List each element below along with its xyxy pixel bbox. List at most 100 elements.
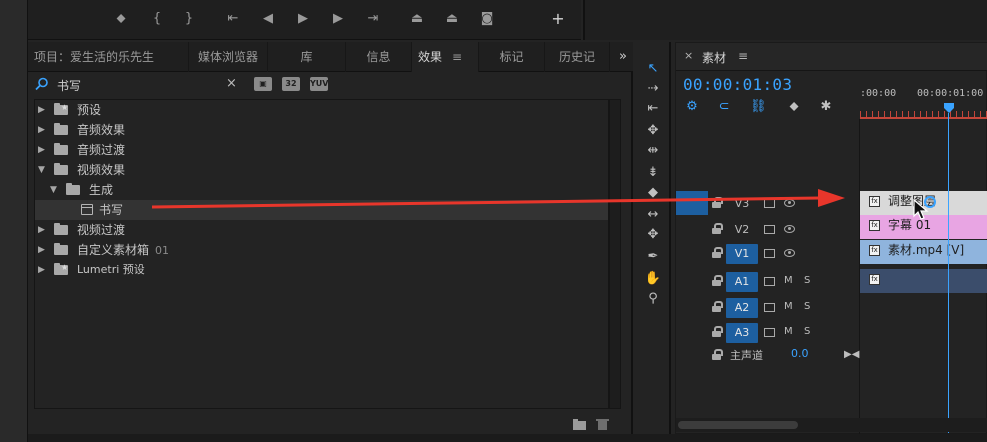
tree-item-video-effects[interactable]: ▼ 视频效果 <box>35 160 608 180</box>
new-bin-icon[interactable] <box>573 418 586 430</box>
tree-item-write-on-effect[interactable]: 书写 <box>35 200 608 220</box>
camera-icon[interactable]: ◙ <box>478 10 496 28</box>
move-tool-icon[interactable]: ✥ <box>643 226 663 244</box>
solo-button[interactable]: S <box>804 273 810 289</box>
32bit-filter-icon[interactable]: 32 <box>282 77 300 91</box>
add-button-icon[interactable]: + <box>549 10 567 28</box>
tree-item-video-transitions[interactable]: ▶ 视频过渡 <box>35 220 608 240</box>
go-to-end-icon[interactable]: ▶◀ <box>844 349 859 360</box>
clear-search-icon[interactable]: × <box>226 76 237 91</box>
zoom-tool-icon[interactable]: ⚲ <box>643 290 663 308</box>
lock-icon[interactable] <box>712 197 723 208</box>
tab-history[interactable]: 历史记 <box>545 42 610 72</box>
expand-arrow-icon[interactable]: ▶ <box>38 240 48 260</box>
play-icon[interactable]: ▶ <box>294 10 312 28</box>
nest-icon[interactable]: ⚙ <box>684 99 700 115</box>
lock-icon[interactable] <box>712 349 723 360</box>
snap-icon[interactable]: ⊂ <box>716 99 732 115</box>
eye-icon[interactable] <box>784 225 795 233</box>
rolling-edit-tool-icon[interactable]: ✥ <box>643 122 663 140</box>
source-patch-v1[interactable] <box>676 191 708 215</box>
lock-icon[interactable] <box>712 326 723 337</box>
tab-project[interactable]: 项目：爱生活的乐先生 <box>28 42 189 72</box>
tab-media-browser[interactable]: 媒体浏览器 <box>189 42 268 72</box>
expand-arrow-icon[interactable]: ▶ <box>38 220 48 240</box>
hand-tool-icon[interactable]: ✋ <box>643 270 663 288</box>
collapse-arrow-icon[interactable]: ▼ <box>38 160 48 180</box>
mute-button[interactable]: M <box>784 299 793 315</box>
master-volume-value[interactable]: 0.0 <box>791 347 809 360</box>
expand-arrow-icon[interactable]: ▶ <box>38 260 48 280</box>
panel-menu-icon[interactable]: ≡ <box>738 49 748 63</box>
track-name[interactable]: V2 <box>726 220 758 240</box>
expand-arrow-icon[interactable]: ▶ <box>38 100 48 120</box>
sync-lock-icon[interactable] <box>764 199 775 208</box>
razor-tool-icon[interactable]: ⇟ <box>643 164 663 182</box>
solo-button[interactable]: S <box>804 299 810 315</box>
track-name[interactable]: A3 <box>726 323 758 343</box>
step-back-icon[interactable]: ◀ <box>259 10 277 28</box>
go-to-out-icon[interactable]: ⇥ <box>364 10 382 28</box>
track-name[interactable]: A1 <box>726 272 758 292</box>
rate-stretch-tool-icon[interactable]: ⇹ <box>643 142 663 160</box>
slide-tool-icon[interactable]: ↔ <box>643 206 663 224</box>
sequence-tab-title[interactable]: 素材 <box>702 49 726 66</box>
lock-icon[interactable] <box>712 247 723 258</box>
mute-button[interactable]: M <box>784 273 793 289</box>
wrench-icon[interactable]: ✱ <box>818 99 834 115</box>
tree-item-audio-effects[interactable]: ▶ 音频效果 <box>35 120 608 140</box>
tree-item-audio-transitions[interactable]: ▶ 音频过渡 <box>35 140 608 160</box>
playhead-timecode[interactable]: 00:00:01:03 <box>683 75 792 94</box>
lock-icon[interactable] <box>712 301 723 312</box>
step-forward-icon[interactable]: ▶ <box>329 10 347 28</box>
tree-scrollbar[interactable] <box>609 99 621 409</box>
track-name[interactable]: A2 <box>726 298 758 318</box>
eye-icon[interactable] <box>784 199 795 207</box>
linked-selection-icon[interactable]: ⛓ <box>750 99 767 115</box>
expand-arrow-icon[interactable]: ▶ <box>38 140 48 160</box>
track-select-tool-icon[interactable]: ⇢ <box>643 80 663 98</box>
sync-lock-icon[interactable] <box>764 277 775 286</box>
ripple-edit-tool-icon[interactable]: ⇤ <box>643 100 663 118</box>
go-to-in-icon[interactable]: ⇤ <box>224 10 242 28</box>
sync-lock-icon[interactable] <box>764 303 775 312</box>
tab-markers[interactable]: 标记 <box>479 42 545 72</box>
add-marker-icon[interactable]: ⬥ <box>786 99 802 115</box>
panel-menu-icon[interactable]: ≡ <box>452 50 462 64</box>
collapse-arrow-icon[interactable]: ▼ <box>50 180 60 200</box>
tab-library[interactable]: 库 <box>268 42 346 72</box>
mark-in-icon[interactable]: { <box>148 10 166 28</box>
sync-lock-icon[interactable] <box>764 225 775 234</box>
tab-info[interactable]: 信息 <box>346 42 412 72</box>
extract-icon[interactable]: ⏏ <box>443 10 461 28</box>
accelerated-effects-filter-icon[interactable]: ▣ <box>254 77 272 91</box>
scrollbar-thumb[interactable] <box>678 421 798 429</box>
tree-item-presets[interactable]: ▶ 预设 <box>35 98 608 120</box>
solo-button[interactable]: S <box>804 324 810 340</box>
tree-item-lumetri-presets[interactable]: ▶ Lumetri 预设 <box>35 258 608 280</box>
clip-audio[interactable]: fx <box>860 269 987 293</box>
time-ruler[interactable]: :00:00 00:00:01:00 <box>860 83 987 119</box>
mark-out-icon[interactable]: } <box>180 10 198 28</box>
mute-button[interactable]: M <box>784 324 793 340</box>
lift-icon[interactable]: ⏏ <box>408 10 426 28</box>
sync-lock-icon[interactable] <box>764 249 775 258</box>
track-name[interactable]: V1 <box>726 244 758 264</box>
effects-search-input[interactable] <box>55 75 245 95</box>
add-marker-icon[interactable]: ⬥ <box>112 10 130 28</box>
eye-icon[interactable] <box>784 249 795 257</box>
sync-lock-icon[interactable] <box>764 328 775 337</box>
close-icon[interactable]: × <box>684 49 693 62</box>
expand-arrow-icon[interactable]: ▶ <box>38 120 48 140</box>
tab-effects[interactable]: 效果 ≡ <box>412 42 479 72</box>
slip-tool-icon[interactable]: ◆ <box>643 184 663 202</box>
timeline-scrollbar[interactable] <box>676 418 987 432</box>
tree-item-custom-bin[interactable]: ▶ 自定义素材箱 01 <box>35 240 608 260</box>
trash-icon[interactable] <box>596 418 609 430</box>
track-name[interactable]: V3 <box>726 194 758 214</box>
selection-tool-icon[interactable]: ↖ <box>643 60 663 78</box>
lock-icon[interactable] <box>712 275 723 286</box>
lock-icon[interactable] <box>712 223 723 234</box>
pen-tool-icon[interactable]: ✒ <box>643 248 663 266</box>
tree-item-generate[interactable]: ▼ 生成 <box>35 180 608 200</box>
